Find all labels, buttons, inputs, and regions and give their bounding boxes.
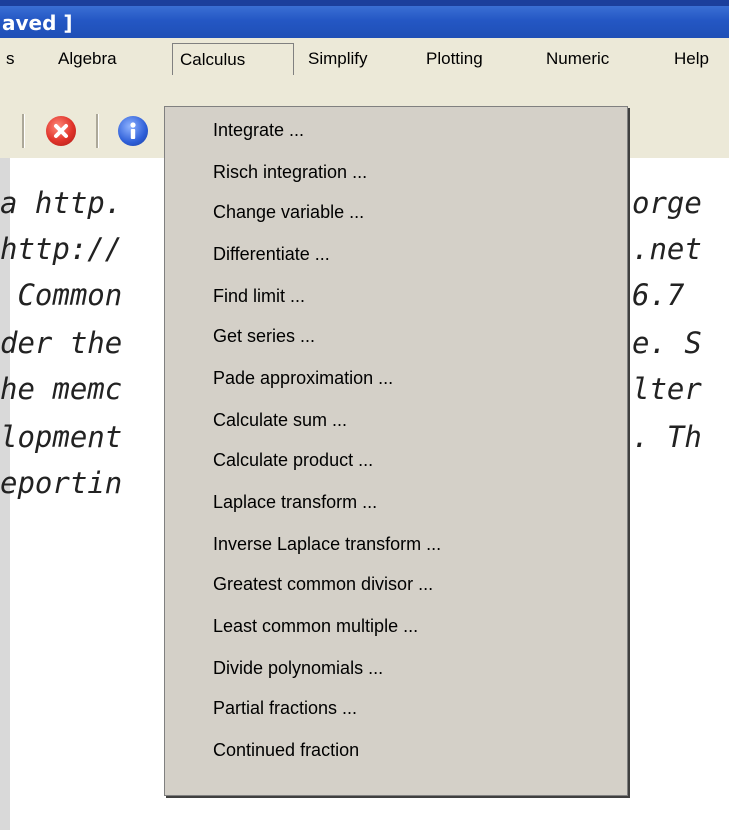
menu-divide-polynomials[interactable]: Divide polynomials ... [213,651,383,685]
stop-icon[interactable] [46,116,76,146]
menu-integrate[interactable]: Integrate ... [213,113,304,147]
menu-differentiate[interactable]: Differentiate ... [213,237,330,271]
calculus-menu: Integrate ... Risch integration ... Chan… [164,106,628,796]
editor-line-right: lter [632,372,702,406]
menu-greatest-common-divisor[interactable]: Greatest common divisor ... [213,567,433,601]
editor-line: a http. [0,186,123,220]
menu-item-help[interactable]: Help [670,48,713,70]
menu-item-numeric[interactable]: Numeric [542,48,613,70]
menu-partial-fractions[interactable]: Partial fractions ... [213,691,357,725]
editor-line-right: .net [632,232,702,266]
title-bar: aved ] [0,0,729,38]
menu-item-plotting[interactable]: Plotting [422,48,487,70]
menu-inverse-laplace-transform[interactable]: Inverse Laplace transform ... [213,527,441,561]
menu-bar: s Algebra Calculus Simplify Plotting Num… [0,38,729,78]
editor-line: der the [0,326,123,360]
menu-calculate-product[interactable]: Calculate product ... [213,443,373,477]
menu-find-limit[interactable]: Find limit ... [213,279,305,313]
menu-continued-fraction[interactable]: Continued fraction [213,733,359,767]
menu-item-calculus[interactable]: Calculus [172,43,294,75]
menu-item-s[interactable]: s [2,48,19,70]
menu-get-series[interactable]: Get series ... [213,319,315,353]
menu-risch-integration[interactable]: Risch integration ... [213,155,367,189]
toolbar-separator [96,114,99,148]
editor-line: lopment [0,420,123,454]
editor-line-right: 6.7 [632,278,685,312]
menu-laplace-transform[interactable]: Laplace transform ... [213,485,377,519]
menu-item-simplify[interactable]: Simplify [304,48,372,70]
window-title: aved ] [2,11,73,35]
editor-line: eportin [0,466,123,500]
menu-calculate-sum[interactable]: Calculate sum ... [213,403,347,437]
toolbar-separator [22,114,25,148]
editor-line-right: orge [632,186,702,220]
editor-line-right: e. S [632,326,702,360]
editor-line: http:// [0,232,123,266]
menu-pade-approximation[interactable]: Pade approximation ... [213,361,393,395]
menu-change-variable[interactable]: Change variable ... [213,195,364,229]
info-icon[interactable] [118,116,148,146]
menu-item-algebra[interactable]: Algebra [54,48,121,70]
editor-line: he memc [0,372,123,406]
editor-line: Common [0,278,123,312]
editor-line-right: . Th [632,420,702,454]
menu-least-common-multiple[interactable]: Least common multiple ... [213,609,418,643]
